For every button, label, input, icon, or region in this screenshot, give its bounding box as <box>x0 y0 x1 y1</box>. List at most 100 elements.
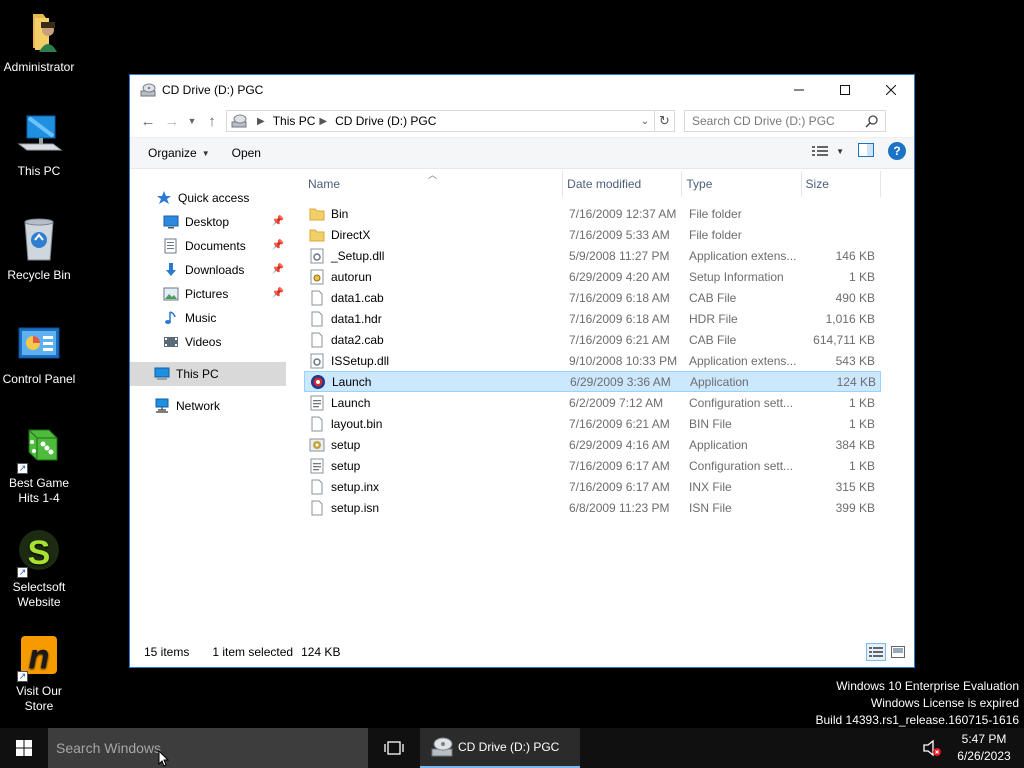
up-button[interactable]: ↑ <box>200 109 224 133</box>
file-row[interactable]: _Setup.dll 5/9/2008 11:27 PM Application e… <box>304 245 881 266</box>
nav-videos[interactable]: Videos <box>130 330 290 354</box>
desktop-icon-administrator[interactable]: Administrator <box>0 8 78 75</box>
pin-icon[interactable]: 📌 <box>272 288 284 299</box>
desktop-icon-visit-our-store[interactable]: n ↗ Visit Our Store <box>0 632 78 714</box>
recent-locations-button[interactable]: ▼ <box>184 116 200 126</box>
file-row[interactable]: setup 7/16/2009 6:17 AM Configuration sett… <box>304 455 881 476</box>
file-row[interactable]: setup.inx 7/16/2009 6:17 AM INX File 315 KB <box>304 476 881 497</box>
volume-muted-icon[interactable] <box>920 736 944 760</box>
large-icons-view-button[interactable] <box>888 643 908 661</box>
close-button[interactable] <box>868 75 914 105</box>
cd-drive-icon <box>140 83 156 97</box>
desktop-icon-selectsoft-website[interactable]: S ↗ Selectsoft Website <box>0 528 78 610</box>
file-row[interactable]: data1.hdr 7/16/2009 6:18 AM HDR File 1,016 … <box>304 308 881 329</box>
task-view-button[interactable] <box>370 728 418 768</box>
taskbar-app-explorer[interactable]: CD Drive (D:) PGC <box>420 728 580 768</box>
desktop-icon-label: This PC <box>17 164 61 178</box>
file-row[interactable]: setup 6/29/2009 4:16 AM Application 384 KB <box>304 434 881 455</box>
search-input[interactable]: Search CD Drive (D:) PGC <box>684 110 886 132</box>
file-type: Setup Information <box>689 269 784 284</box>
file-date: 5/9/2008 11:27 PM <box>569 248 670 263</box>
file-row[interactable]: setup.isn 6/8/2009 11:23 PM ISN File 399 KB <box>304 497 881 518</box>
nav-downloads[interactable]: Downloads 📌 <box>130 258 290 282</box>
license-watermark: Windows 10 Enterprise Evaluation Windows… <box>816 678 1020 729</box>
open-button[interactable]: Open <box>223 141 270 165</box>
nav-music[interactable]: Music <box>130 306 290 330</box>
desktop-icon-control-panel[interactable]: Control Panel <box>0 320 78 387</box>
setup-information-icon <box>309 269 325 285</box>
file-type: Application extens... <box>689 248 797 263</box>
nav-this-pc[interactable]: This PC <box>130 362 286 386</box>
pin-icon[interactable]: 📌 <box>272 216 284 227</box>
address-bar[interactable]: ▶ This PC ▶ CD Drive (D:) PGC ⌄ <box>226 110 655 132</box>
nav-quick-access[interactable]: Quick access <box>130 186 290 210</box>
breadcrumb-this-pc[interactable]: This PC <box>273 114 316 128</box>
column-header-type[interactable]: Type <box>682 171 802 197</box>
details-view-button[interactable] <box>866 643 886 661</box>
desktop-icon-recycle-bin[interactable]: Recycle Bin <box>0 216 78 283</box>
file-row[interactable]: DirectX 7/16/2009 5:33 AM File folder <box>304 224 881 245</box>
file-row[interactable]: data1.cab 7/16/2009 6:18 AM CAB File 490 KB <box>304 287 881 308</box>
file-size: 315 KB <box>835 479 875 494</box>
pictures-icon <box>163 287 179 301</box>
breadcrumb-separator-icon[interactable]: ▶ <box>319 116 327 127</box>
file-row[interactable]: data2.cab 7/16/2009 6:21 AM CAB File 614,71… <box>304 329 881 350</box>
refresh-button[interactable]: ↻ <box>655 110 675 132</box>
nav-label: Network <box>176 399 221 413</box>
file-row[interactable]: ISSetup.dll 9/10/2008 10:33 PM Application… <box>304 350 881 371</box>
config-file-icon <box>309 395 325 411</box>
start-button[interactable] <box>0 728 48 768</box>
search-icon <box>865 115 878 128</box>
pin-icon[interactable]: 📌 <box>272 264 284 275</box>
column-header-size[interactable]: Size <box>802 171 882 197</box>
column-label: Size <box>805 177 829 191</box>
change-view-button[interactable]: ▼ <box>812 145 844 157</box>
organize-button[interactable]: Organize ▼ <box>139 141 219 165</box>
column-header-date[interactable]: Date modified <box>563 171 683 197</box>
preview-pane-button[interactable] <box>858 142 874 160</box>
column-label: Name <box>308 177 341 191</box>
file-size: 384 KB <box>835 437 875 452</box>
file-name-cell: autorun <box>304 269 565 285</box>
folder-icon <box>309 206 325 222</box>
breadcrumb-separator-icon[interactable]: ▶ <box>257 116 265 127</box>
title-bar[interactable]: CD Drive (D:) PGC <box>130 75 914 105</box>
nav-label: Downloads <box>185 263 245 277</box>
file-type: CAB File <box>689 332 737 347</box>
file-type: Configuration sett... <box>689 395 794 410</box>
clock[interactable]: 5:47 PM 6/26/2023 <box>952 731 1016 765</box>
shortcut-arrow-icon: ↗ <box>17 463 28 474</box>
nav-pictures[interactable]: Pictures 📌 <box>130 282 290 306</box>
nav-documents[interactable]: Documents 📌 <box>130 234 290 258</box>
file-row[interactable]: Bin 7/16/2009 12:37 AM File folder <box>304 203 881 224</box>
file-name: setup.isn <box>331 500 380 515</box>
file-name-cell: _Setup.dll <box>304 248 565 264</box>
item-count: 15 items <box>144 645 190 659</box>
breadcrumb-cd-drive[interactable]: CD Drive (D:) PGC <box>335 114 436 128</box>
file-name: Launch <box>331 395 371 410</box>
file-row[interactable]: autorun 6/29/2009 4:20 AM Setup Informatio… <box>304 266 881 287</box>
desktop-icon-label: Best Game Hits 1-4 <box>8 476 70 505</box>
file-row[interactable]: Launch 6/2/2009 7:12 AM Configuration sett… <box>304 392 881 413</box>
desktop-icon-this-pc[interactable]: This PC <box>0 112 78 179</box>
taskbar-search-input[interactable]: Search Windows <box>48 728 368 768</box>
column-label: Type <box>686 177 713 191</box>
nav-desktop[interactable]: Desktop 📌 <box>130 210 290 234</box>
maximize-button[interactable] <box>822 75 868 105</box>
minimize-button[interactable] <box>776 75 822 105</box>
forward-button[interactable]: → <box>160 109 184 133</box>
file-row[interactable]: Launch 6/29/2009 3:36 AM Application 124 KB <box>304 371 881 392</box>
file-row[interactable]: layout.bin 7/16/2009 6:21 AM BIN File 1 KB <box>304 413 881 434</box>
watermark-line: Windows License is expired <box>870 696 1019 710</box>
pin-icon[interactable]: 📌 <box>272 240 284 251</box>
chevron-down-icon: ▼ <box>187 116 197 126</box>
desktop-icon-best-game-hits[interactable]: ↗ Best Game Hits 1-4 <box>0 424 78 506</box>
file-type: Application extens... <box>689 353 797 368</box>
close-icon <box>886 85 896 95</box>
file-name-cell: layout.bin <box>304 416 565 432</box>
nav-network[interactable]: Network <box>130 394 290 418</box>
file-date: 6/29/2009 3:36 AM <box>570 374 671 389</box>
help-icon[interactable]: ? <box>888 142 906 160</box>
address-dropdown-button[interactable]: ⌄ <box>636 111 654 131</box>
back-button[interactable]: ← <box>136 109 160 133</box>
